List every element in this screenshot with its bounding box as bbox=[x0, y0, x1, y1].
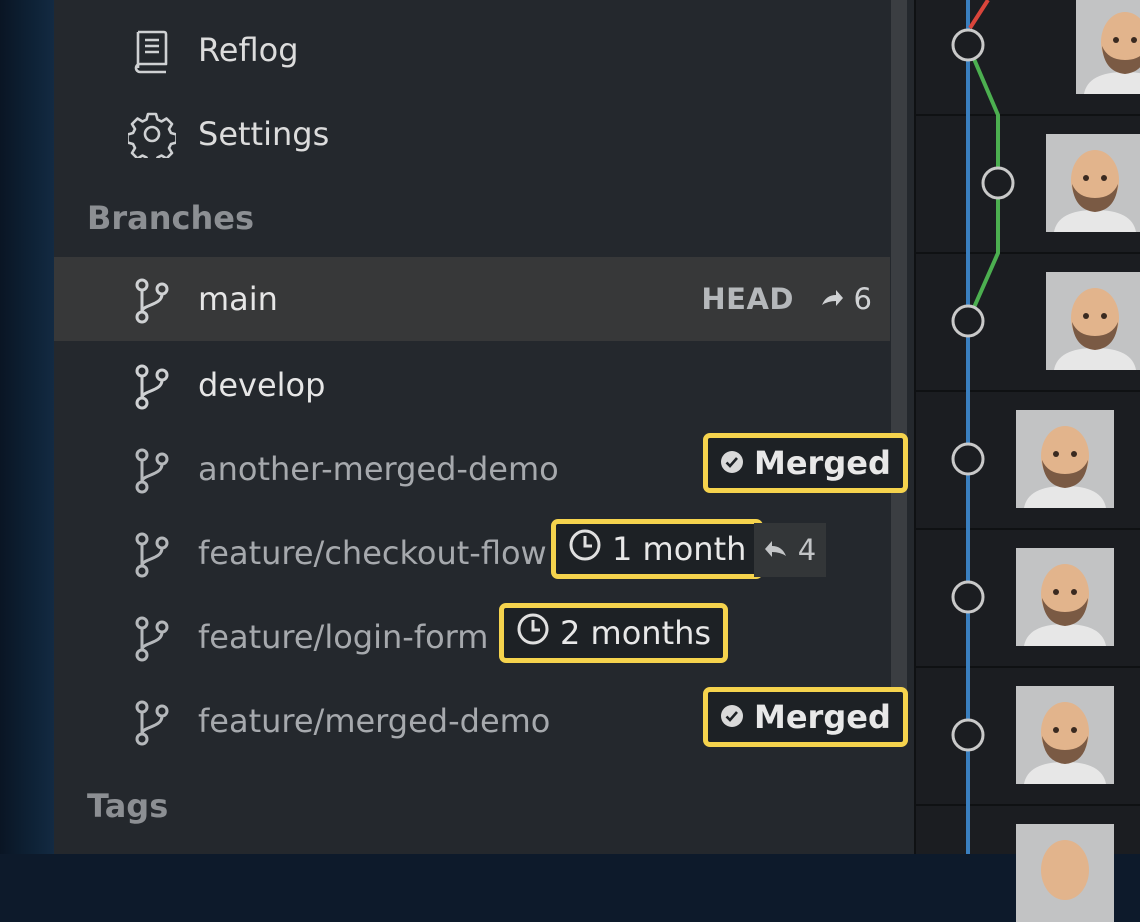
branch-row-main[interactable]: main HEAD 6 bbox=[54, 257, 890, 341]
clock-icon bbox=[568, 528, 602, 570]
git-branch-icon bbox=[132, 277, 172, 325]
git-branch-icon bbox=[132, 447, 172, 495]
ahead-count-value: 6 bbox=[853, 282, 872, 316]
merged-badge: Merged bbox=[703, 687, 908, 747]
arrow-up-right-icon bbox=[820, 257, 844, 341]
behind-count: 4 bbox=[754, 523, 826, 577]
avatar bbox=[1016, 824, 1114, 922]
gear-icon bbox=[126, 110, 178, 165]
merged-badge: Merged bbox=[703, 433, 908, 493]
branch-row-feature-login-form[interactable]: feature/login-form bbox=[54, 595, 890, 679]
git-branch-icon bbox=[132, 531, 172, 579]
avatar bbox=[1046, 272, 1140, 370]
commit-node[interactable] bbox=[951, 442, 985, 476]
avatar bbox=[1016, 548, 1114, 646]
check-circle-icon bbox=[720, 698, 744, 736]
clock-icon bbox=[516, 612, 550, 654]
avatar bbox=[1016, 686, 1114, 784]
age-badge-label: 1 month bbox=[612, 530, 747, 568]
head-label: HEAD bbox=[701, 282, 794, 316]
branch-name: develop bbox=[198, 366, 326, 404]
nav-item-label: Reflog bbox=[198, 31, 299, 69]
merged-badge-label: Merged bbox=[754, 444, 891, 482]
sidebar-scrollbar-thumb[interactable] bbox=[891, 0, 907, 692]
branch-name: feature/merged-demo bbox=[198, 702, 551, 740]
git-branch-icon bbox=[132, 699, 172, 747]
commit-node[interactable] bbox=[951, 28, 985, 62]
merged-badge-label: Merged bbox=[754, 698, 891, 736]
git-branch-icon bbox=[132, 615, 172, 663]
commit-graph[interactable] bbox=[916, 0, 1140, 922]
age-badge-label: 2 months bbox=[560, 614, 712, 652]
branch-name: feature/checkout-flow bbox=[198, 534, 547, 572]
commit-node[interactable] bbox=[951, 580, 985, 614]
avatar bbox=[1046, 134, 1140, 232]
branch-row-develop[interactable]: develop bbox=[54, 343, 890, 427]
branch-name: another-merged-demo bbox=[198, 450, 559, 488]
commit-node[interactable] bbox=[951, 718, 985, 752]
tags-section-header[interactable]: Tags bbox=[87, 776, 168, 836]
nav-item-settings[interactable]: Settings bbox=[54, 92, 890, 176]
desktop-background bbox=[0, 0, 54, 854]
arrow-down-left-icon bbox=[764, 533, 788, 567]
book-icon bbox=[128, 26, 176, 74]
branches-section-header[interactable]: Branches bbox=[87, 188, 254, 248]
age-badge: 2 months bbox=[499, 603, 729, 663]
nav-item-label: Settings bbox=[198, 115, 330, 153]
behind-count-value: 4 bbox=[797, 533, 817, 567]
branch-name: main bbox=[198, 280, 278, 318]
avatar bbox=[1016, 410, 1114, 508]
check-circle-icon bbox=[720, 444, 744, 482]
avatar bbox=[1076, 0, 1140, 94]
commit-node[interactable] bbox=[981, 166, 1015, 200]
branch-name: feature/login-form bbox=[198, 618, 489, 656]
nav-item-reflog[interactable]: Reflog bbox=[54, 8, 890, 92]
ahead-count: 6 bbox=[820, 257, 872, 341]
git-branch-icon bbox=[132, 363, 172, 411]
commit-node[interactable] bbox=[951, 304, 985, 338]
age-badge: 1 month bbox=[551, 519, 764, 579]
